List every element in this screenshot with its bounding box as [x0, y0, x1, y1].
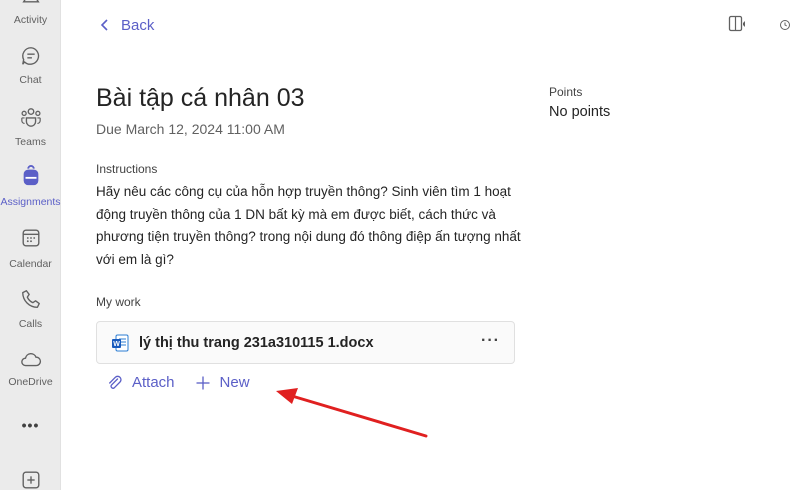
- more-options-icon[interactable]: ···: [481, 332, 500, 350]
- bell-icon: [21, 0, 40, 3]
- chat-icon: [21, 47, 39, 65]
- app-rail: Activity Chat Teams Assignments Calendar…: [0, 0, 61, 490]
- attach-button[interactable]: Attach: [107, 374, 175, 391]
- rail-item-assignments[interactable]: Assignments: [0, 165, 61, 221]
- paperclip-icon: [109, 375, 122, 389]
- back-label: Back: [121, 16, 155, 34]
- svg-text:W: W: [113, 341, 120, 348]
- rail-label-onedrive: OneDrive: [8, 376, 53, 388]
- back-button[interactable]: Back: [99, 14, 154, 36]
- assignment-detail: Back Bài tập cá nhân 03 Due March 12, 20…: [62, 0, 800, 490]
- teams-window: Activity Chat Teams Assignments Calendar…: [0, 0, 800, 490]
- calendar-icon: [22, 229, 39, 247]
- rail-more-button[interactable]: •••: [0, 415, 61, 445]
- phone-icon: [21, 290, 40, 308]
- rail-item-calendar[interactable]: Calendar: [0, 227, 61, 283]
- chevron-left-icon: [100, 19, 108, 31]
- rail-label-calls: Calls: [18, 318, 43, 330]
- rail-item-chat[interactable]: Chat: [0, 45, 61, 101]
- rail-add-apps-button[interactable]: [0, 465, 61, 490]
- more-dots-icon: •••: [21, 417, 40, 433]
- plus-icon: [196, 376, 210, 389]
- word-file-icon: W: [112, 334, 129, 351]
- rail-item-activity[interactable]: Activity: [0, 0, 61, 44]
- rail-label-calendar: Calendar: [9, 258, 52, 270]
- add-apps-icon: [22, 471, 39, 489]
- attached-file-card[interactable]: W lý thị thu trang 231a310115 1.docx ···: [96, 321, 515, 364]
- teams-icon: [20, 108, 41, 127]
- points-label: Points: [549, 85, 583, 99]
- instructions-text: Hãy nêu các công cụ của hỗn hợp truyền t…: [96, 184, 521, 267]
- instructions-label: Instructions: [96, 162, 158, 176]
- rail-label-chat: Chat: [19, 74, 42, 86]
- cloud-icon: [20, 353, 41, 367]
- rail-item-calls[interactable]: Calls: [0, 288, 61, 344]
- new-button[interactable]: New: [195, 374, 250, 391]
- assignment-title: Bài tập cá nhân 03: [96, 84, 305, 112]
- rail-item-teams[interactable]: Teams: [0, 106, 61, 162]
- rail-label-activity: Activity: [13, 14, 48, 26]
- clock-icon[interactable]: [779, 18, 791, 32]
- rail-item-onedrive[interactable]: OneDrive: [0, 349, 61, 405]
- my-work-label: My work: [96, 295, 141, 309]
- file-name[interactable]: lý thị thu trang 231a310115 1.docx: [139, 335, 374, 351]
- rail-label-assignments: Assignments: [0, 196, 61, 208]
- attach-label: Attach: [132, 374, 175, 391]
- immersive-reader-icon[interactable]: [728, 14, 748, 34]
- work-actions: Attach New: [107, 374, 250, 391]
- backpack-icon: [23, 165, 38, 186]
- points-value: No points: [549, 104, 611, 120]
- due-date: Due March 12, 2024 11:00 AM: [96, 121, 285, 137]
- rail-label-teams: Teams: [15, 136, 46, 148]
- new-label: New: [219, 374, 250, 391]
